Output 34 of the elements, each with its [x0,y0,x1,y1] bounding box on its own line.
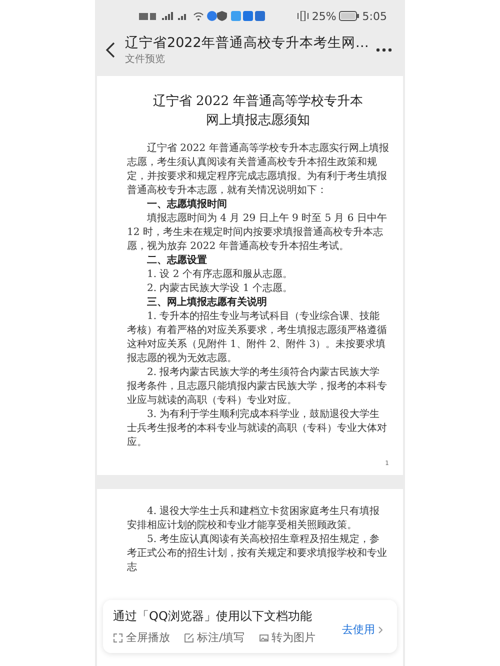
document-subtitle: 文件预览 [125,52,166,66]
document-heading: 辽宁省 2022 年普通高等学校专升本 [152,92,364,111]
app-icons [207,11,265,21]
paragraph: 3. 为有利于学生顺利完成本科学业，鼓励退役大学生士兵考生报考的本科专业与就读的高职（专科）专业大体对应。 [127,408,388,450]
document-title: 辽宁省2022年普通高校专升本考生网… [125,34,367,52]
paragraph: 填报志愿时间为 4 月 29 日上午 9 时至 5 月 6 日中午 12 时，考生未在规定时间内按要求填报普通高校专升本志愿，视为放弃 2022 年普通高校专升本招生考试。 [127,212,388,254]
clock: 5:05 [362,10,387,22]
battery-icon [339,11,360,21]
section-heading: 二、志愿设置 [146,254,208,268]
vibrate-icon [296,11,309,21]
paragraph: 2. 内蒙古民族大学设 1 个志愿。 [146,282,294,296]
notification-icons [139,12,157,20]
back-icon[interactable] [105,42,117,58]
paragraph: 4. 退役大学生士兵和建档立卡贫困家庭考生只有填报安排相应计划的院校和专业才能享受相关照顾政策。 [127,505,381,533]
more-icon[interactable] [375,47,393,53]
section-heading: 三、网上填报志愿有关说明 [146,296,268,310]
edit-icon [184,632,194,642]
paragraph: 2. 报考内蒙古民族大学的考生须符合内蒙古民族大学报考条件，且志愿只能填报内蒙古民族大学，报考的本科专业应与就读的高职（专科）专业对应。 [127,366,388,408]
feature-button[interactable]: 转为图片 [258,630,316,645]
paragraph: 辽宁省 2022 年普通高等学校专升本志愿实行网上填报志愿，考生须认真阅读有关普通高校专升本招生政策和规定，并按要求和规定程序完成志愿填报。为有利于考生填报普通高校专升本志愿，就有关情况说明如下： [127,142,389,198]
feature-button[interactable]: 标注/填写 [184,630,245,645]
chevron-icon [378,626,383,634]
popup-message: 通过「QQ浏览器」使用以下文档功能 [113,608,313,625]
document-heading: 网上填报志愿须知 [205,112,311,130]
image-icon [258,632,269,642]
fullscreen-icon [113,632,123,642]
feature-button[interactable]: 全屏播放 [113,630,170,645]
use-link[interactable]: 去使用 [342,622,383,637]
paragraph: 5. 考生应认真阅读有关高校招生章程及招生规定，参考正式公布的招生计划，按有关规定和要求填报学校和专业志 [127,533,388,575]
wifi-icon [193,11,204,21]
section-heading: 一、志愿填报时间 [146,198,228,212]
paragraph: 1. 专升本的招生专业与考试科目（专业综合课、技能考核）有着严格的对应关系要求，考生填报志愿须严格遵循这种对应关系（见附件 1、附件 2、附件 3）。未按要求填报志愿的视为无效志愿。 [127,310,388,366]
paragraph: 1. 设 2 个有序志愿和服从志愿。 [146,268,294,282]
battery-percent: 25% [312,10,336,22]
